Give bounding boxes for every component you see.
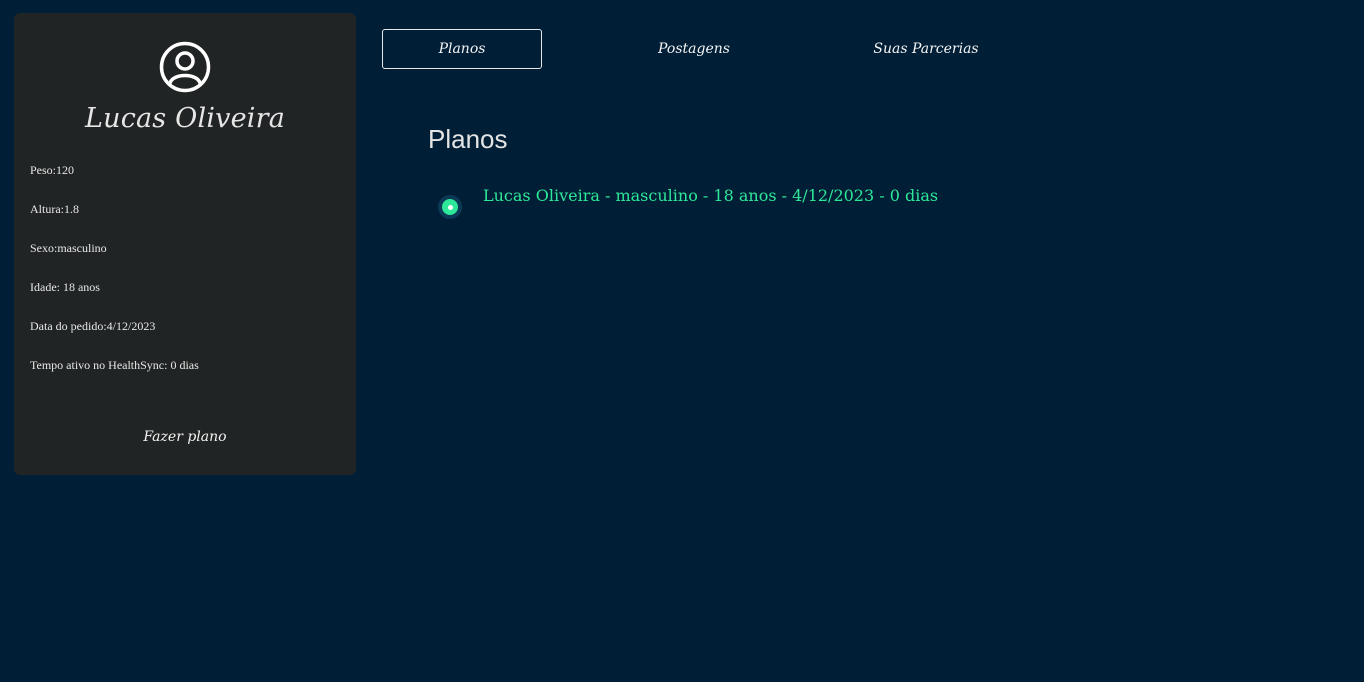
info-age: Idade: 18 anos — [30, 280, 100, 294]
info-order-date: Data do pedido:4/12/2023 — [30, 319, 156, 333]
profile-name: Lucas Oliveira — [84, 103, 286, 134]
plan-label[interactable]: Lucas Oliveira - masculino - 18 anos - 4… — [483, 186, 938, 206]
info-sex: Sexo:masculino — [30, 241, 107, 255]
radio-selected-indicator — [442, 199, 458, 215]
tab-suas-parcerias[interactable]: Suas Parcerias — [846, 29, 1006, 69]
info-active-time: Tempo ativo no HealthSync: 0 dias — [30, 358, 199, 372]
plan-radio-button[interactable] — [438, 195, 462, 219]
section-title: Planos — [428, 124, 508, 154]
radio-dot — [447, 204, 453, 210]
make-plan-button[interactable]: Fazer plano — [14, 429, 356, 445]
tab-planos[interactable]: Planos — [382, 29, 542, 69]
user-circle-icon — [159, 41, 211, 93]
info-height: Altura:1.8 — [30, 202, 79, 216]
profile-info-list: Peso:120 Altura:1.8 Sexo:masculino Idade… — [30, 163, 199, 397]
info-weight: Peso:120 — [30, 163, 75, 177]
plan-item[interactable]: Lucas Oliveira - masculino - 18 anos - 4… — [438, 186, 938, 219]
tab-postagens[interactable]: Postagens — [614, 29, 774, 69]
profile-card: Lucas Oliveira Peso:120 Altura:1.8 Sexo:… — [14, 13, 356, 475]
